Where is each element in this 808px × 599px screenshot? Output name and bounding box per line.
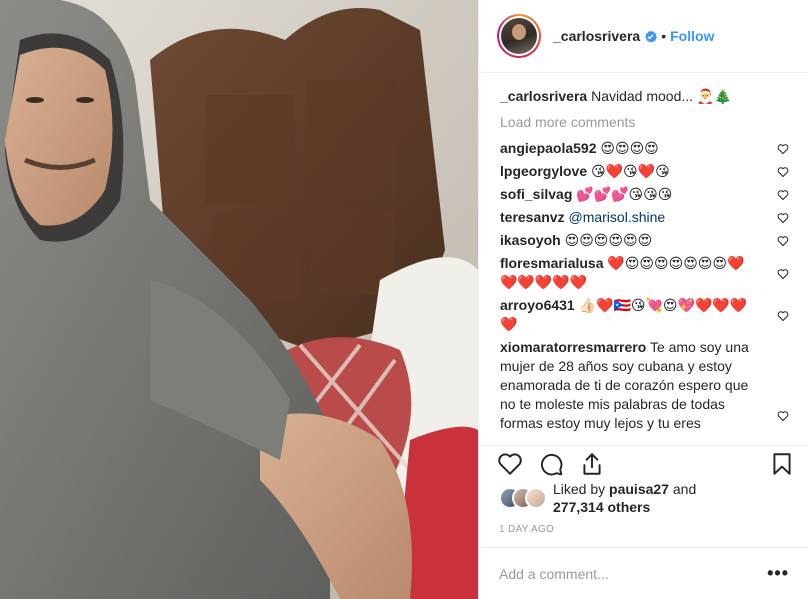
add-comment-bar: ••• bbox=[479, 547, 808, 599]
comment-text: 😍😍😍😍 bbox=[600, 140, 659, 156]
post-side-panel: _carlosrivera • Follow _carlosrivera Nav… bbox=[478, 0, 808, 599]
more-options-button[interactable]: ••• bbox=[767, 563, 789, 584]
avatar[interactable] bbox=[497, 14, 541, 58]
header-separator: • bbox=[661, 28, 667, 44]
post-photo[interactable] bbox=[0, 0, 478, 599]
comment-text: 💕💕💕😘😘😘 bbox=[576, 186, 673, 202]
comment-username-link[interactable]: arroyo6431 bbox=[500, 297, 575, 313]
heart-outline-icon[interactable] bbox=[777, 268, 789, 280]
heart-outline-icon[interactable] bbox=[777, 235, 789, 247]
comment-item: sofi_silvag 💕💕💕😘😘😘 bbox=[500, 185, 789, 204]
comments-list[interactable]: _carlosrivera Navidad mood... 🎅🎄 Load mo… bbox=[479, 73, 808, 445]
comment-username-link[interactable]: lpgeorgylove bbox=[500, 163, 587, 179]
comment-item: ikasoyoh 😍😍😍😍😍😍 bbox=[500, 231, 789, 250]
comment-username-link[interactable]: ikasoyoh bbox=[500, 232, 561, 248]
likes-and: and bbox=[668, 481, 697, 497]
comment-bubble-icon[interactable] bbox=[538, 451, 564, 477]
post-header: _carlosrivera • Follow bbox=[479, 0, 808, 73]
caption-text: Navidad mood... 🎅🎄 bbox=[591, 88, 732, 104]
comment-item: teresanvz @marisol.shine bbox=[500, 208, 789, 227]
comment-item: floresmarialusa ❤️😍😍😍😍😍😍😍❤️❤️❤️❤️❤️❤️ bbox=[500, 254, 789, 292]
comment-mention-link[interactable]: @marisol.shine bbox=[568, 209, 665, 225]
avatar bbox=[525, 487, 547, 509]
post-photo-image bbox=[0, 0, 478, 599]
action-bar bbox=[479, 445, 808, 481]
comment-item: xiomaratorresmarrero Te amo soy una muje… bbox=[500, 338, 789, 433]
heart-outline-icon[interactable] bbox=[777, 212, 789, 224]
caption: _carlosrivera Navidad mood... 🎅🎄 bbox=[500, 87, 789, 105]
likes-user-link[interactable]: pauisa27 bbox=[609, 481, 669, 497]
likes-summary: Liked by pauisa27 and 277,314 others bbox=[499, 480, 696, 516]
comment-username-link[interactable]: sofi_silvag bbox=[500, 186, 572, 202]
comment-input[interactable] bbox=[499, 565, 768, 582]
comment-item: angiepaola592 😍😍😍😍 bbox=[500, 139, 789, 158]
verified-badge-icon bbox=[645, 29, 658, 42]
comment-username-link[interactable]: angiepaola592 bbox=[500, 140, 597, 156]
comment-username-link[interactable]: floresmarialusa bbox=[500, 255, 604, 271]
heart-outline-icon[interactable] bbox=[777, 310, 789, 322]
share-icon[interactable] bbox=[579, 451, 605, 477]
comment-item: lpgeorgylove 😘❤️😘❤️😘 bbox=[500, 162, 789, 181]
instagram-post: _carlosrivera • Follow _carlosrivera Nav… bbox=[0, 0, 808, 599]
likers-avatars[interactable] bbox=[499, 487, 549, 509]
likes-text: Liked by pauisa27 and 277,314 others bbox=[553, 480, 696, 516]
comment-item: arroyo6431 👍🏻❤️🇵🇷😘💘😍💖❤️❤️❤️❤️ bbox=[500, 296, 789, 334]
comment-username-link[interactable]: xiomaratorresmarrero bbox=[500, 339, 646, 355]
likes-count-link[interactable]: 277,314 others bbox=[553, 499, 650, 515]
caption-username-link[interactable]: _carlosrivera bbox=[500, 88, 587, 104]
comment-username-link[interactable]: teresanvz bbox=[500, 209, 565, 225]
post-timestamp[interactable]: 1 DAY AGO bbox=[499, 524, 554, 535]
load-more-comments-button[interactable]: Load more comments bbox=[500, 113, 789, 131]
bookmark-icon[interactable] bbox=[769, 451, 795, 477]
heart-outline-icon[interactable] bbox=[777, 189, 789, 201]
heart-outline-icon[interactable] bbox=[777, 143, 789, 155]
heart-outline-icon[interactable] bbox=[497, 451, 523, 477]
header-username-link[interactable]: _carlosrivera bbox=[553, 28, 640, 44]
comment-text: 😘❤️😘❤️😘 bbox=[591, 163, 670, 179]
follow-button[interactable]: Follow bbox=[670, 28, 714, 44]
comment-text: 😍😍😍😍😍😍 bbox=[564, 232, 653, 248]
heart-outline-icon[interactable] bbox=[777, 166, 789, 178]
likes-prefix: Liked by bbox=[553, 481, 610, 497]
heart-outline-icon[interactable] bbox=[777, 410, 789, 422]
